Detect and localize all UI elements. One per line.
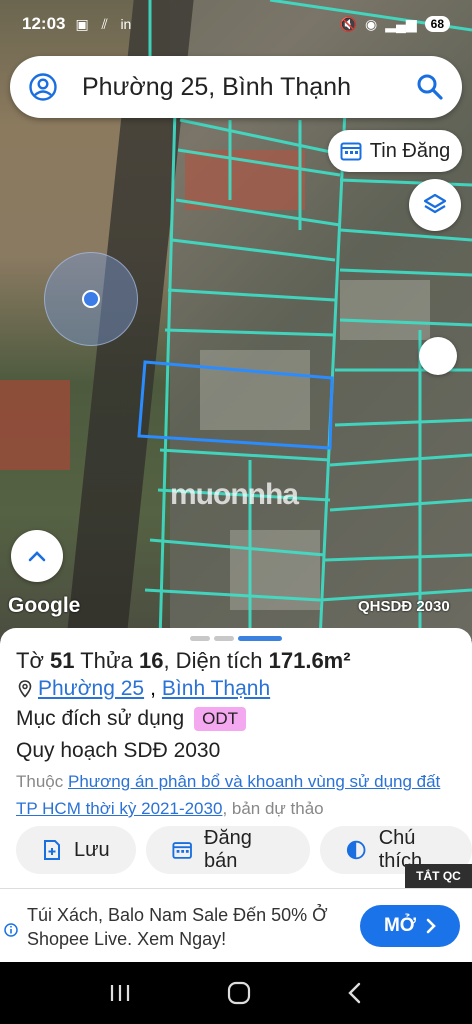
parcel-location: Phường 25, Bình Thạnh — [18, 677, 270, 701]
save-button[interactable]: Lưu — [16, 826, 136, 874]
location-pin-icon — [18, 680, 32, 698]
notification-app-icon: ▣ — [75, 16, 89, 32]
location-status-icon: ◉ — [364, 15, 378, 32]
save-label: Lưu — [74, 838, 110, 861]
listings-label: Tin Đăng — [369, 139, 451, 162]
map-layer-label: QHSDĐ 2030 — [358, 598, 450, 615]
sheet-number: 51 — [50, 648, 75, 673]
ward-link[interactable]: Phường 25 — [38, 677, 144, 701]
purpose-label: Mục đích sử dụng — [16, 707, 185, 730]
pager-dot — [190, 636, 210, 641]
area-value: 171.6m² — [268, 648, 351, 673]
parcel-number: 16 — [138, 648, 164, 673]
layers-button[interactable] — [409, 179, 461, 231]
battery-indicator: 68 — [424, 16, 450, 32]
action-row: Lưu Đăng bán Chú thích — [16, 826, 472, 874]
back-icon[interactable] — [345, 981, 365, 1005]
watermark: muonnha — [170, 478, 299, 511]
bookmark-add-icon — [44, 840, 60, 860]
status-time: 12:03 — [22, 14, 66, 33]
recent-apps-icon[interactable] — [107, 982, 133, 1004]
parcel-title: Tờ 51 Thửa 16, Diện tích 171.6m² — [16, 648, 351, 674]
ad-banner[interactable]: Túi Xách, Balo Nam Sale Đến 50% Ở Shopee… — [0, 888, 472, 962]
ad-open-button[interactable]: MỞ — [360, 905, 460, 947]
expand-up-button[interactable] — [11, 530, 63, 582]
planning-prefix: Thuộc — [16, 772, 64, 791]
planning-title: Quy hoạch SDĐ 2030 — [16, 739, 221, 762]
district-link[interactable]: Bình Thạnh — [162, 677, 270, 701]
system-nav-bar — [0, 962, 472, 1024]
chevron-right-icon — [426, 918, 436, 934]
current-location-dot — [82, 290, 100, 308]
ad-open-label: MỞ — [383, 915, 417, 936]
account-icon[interactable] — [28, 72, 58, 102]
ad-text: Túi Xách, Balo Nam Sale Đến 50% Ở Shopee… — [27, 905, 328, 949]
planning-suffix: , bản dự thảo — [222, 799, 324, 818]
listings-button[interactable]: Tin Đăng — [328, 130, 462, 172]
parcel-label: Thửa — [80, 648, 133, 673]
parcel-info-sheet: Tờ 51 Thửa 16, Diện tích 171.6m² Phường … — [0, 628, 472, 890]
area-label: , Diện tích — [163, 648, 263, 673]
search-bar[interactable]: Phường 25, Bình Thạnh — [10, 56, 462, 118]
purpose-badge: ODT — [194, 707, 247, 731]
linkedin-icon: in — [120, 16, 132, 32]
status-bar: 12:03 ▣ ⫽ in 🔇 ◉ ▂▄▆ 68 — [0, 0, 472, 48]
mute-icon: 🔇 — [339, 15, 357, 32]
calendar-icon — [172, 842, 192, 859]
pager-dot — [214, 636, 234, 641]
pager-dot-active — [238, 636, 282, 641]
home-icon[interactable] — [226, 980, 252, 1006]
land-purpose-row: Mục đích sử dụng ODT — [16, 707, 247, 731]
chevron-up-icon — [28, 551, 46, 562]
planning-source: Thuộc Phương án phân bổ và khoanh vùng s… — [16, 768, 466, 822]
opacity-slider-handle[interactable] — [419, 337, 457, 375]
close-ad-button[interactable]: TẮT QC — [405, 864, 472, 888]
signal-icon: ▂▄▆ — [385, 15, 417, 32]
calendar-icon — [340, 142, 362, 161]
google-logo: Google — [8, 594, 81, 617]
sheet-label: Tờ — [16, 648, 44, 673]
layers-icon — [423, 193, 447, 214]
contrast-icon — [347, 840, 366, 860]
sell-button[interactable]: Đăng bán — [145, 826, 311, 874]
wifi-calling-icon: ⫽ — [101, 16, 108, 32]
search-icon[interactable] — [416, 73, 444, 101]
sell-label: Đăng bán — [204, 827, 252, 872]
info-icon[interactable] — [4, 923, 18, 937]
search-input[interactable]: Phường 25, Bình Thạnh — [82, 73, 416, 102]
sheet-pager[interactable] — [190, 636, 282, 641]
